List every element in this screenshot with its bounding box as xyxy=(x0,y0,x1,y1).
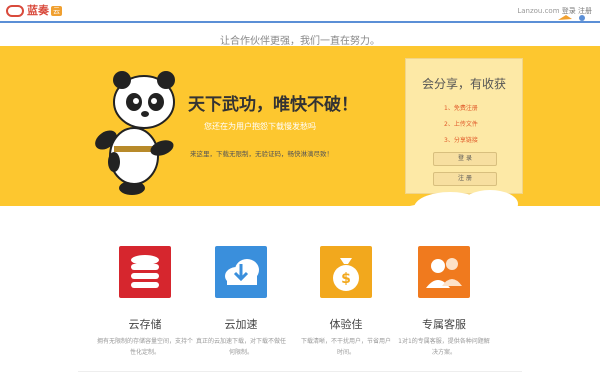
bottom-divider xyxy=(78,371,522,372)
logo-text: 蓝奏 xyxy=(27,4,49,17)
share-panel: 会分享，有收获 1、免费注册 2、上传文件 3、分享链接 登 录 注 册 xyxy=(405,58,523,194)
top-divider xyxy=(0,21,600,23)
hero-banner: 天下武功，唯快不破！ 您还在为用户抱怨下载慢发愁吗 来这里，下载无限制，无验证码… xyxy=(0,46,600,206)
top-bar: 蓝奏 云 Lanzou.com 登录 注册 xyxy=(0,0,600,22)
feature-description: 拥有无限制的存储容量空间，支持个 性化定制。 xyxy=(96,338,193,356)
slogan: 让合作伙伴更强，我们一直在努力。 xyxy=(220,36,380,47)
share-step-upload[interactable]: 2、上传文件 xyxy=(444,117,478,133)
site-domain: Lanzou.com xyxy=(517,7,560,15)
feature-name: 体验佳 xyxy=(329,318,363,331)
cloud-download-icon xyxy=(215,246,267,298)
logo-badge: 云 xyxy=(51,6,62,16)
panda-mascot-icon xyxy=(95,71,175,195)
login-button[interactable]: 登 录 xyxy=(433,152,497,166)
feature-description: 真正的云加速下载，对下载不做任 何限制。 xyxy=(195,338,286,356)
hero-description: 来这里，下载无限制，无验证码，畅快淋漓尽致！ xyxy=(190,150,333,158)
feature-description: 1对1的专属客服，提供各种问题解 决方案。 xyxy=(398,338,490,356)
login-link[interactable]: 登录 xyxy=(562,7,576,15)
share-panel-title: 会分享，有收获 xyxy=(421,77,506,91)
hero-title: 天下武功，唯快不破！ xyxy=(188,95,358,115)
register-link[interactable]: 注册 xyxy=(578,7,592,15)
svg-text:$: $ xyxy=(341,271,351,287)
money-bag-icon: $ xyxy=(320,246,372,298)
share-step-register[interactable]: 1、免费注册 xyxy=(444,101,478,117)
database-icon xyxy=(119,246,171,298)
share-step-share[interactable]: 3、分享链接 xyxy=(444,133,478,149)
features-section: 云存储 拥有无限制的存储容量空间，支持个 性化定制。 云加速 真正的云加速下载，… xyxy=(0,246,600,376)
hero-subtitle: 您还在为用户抱怨下载慢发愁吗 xyxy=(204,122,316,131)
top-right-links: Lanzou.com 登录 注册 xyxy=(517,6,592,16)
cloud-logo-icon xyxy=(6,5,24,17)
feature-name: 云存储 xyxy=(128,318,162,331)
customer-service-icon xyxy=(418,246,470,298)
site-logo[interactable]: 蓝奏 云 xyxy=(6,3,62,19)
share-steps: 1、免费注册 2、上传文件 3、分享链接 xyxy=(444,101,478,149)
feature-name: 云加速 xyxy=(224,318,258,331)
cloud-decoration-icon xyxy=(401,190,518,224)
feature-description: 下载清晰，不干扰用户，节省用户 时间。 xyxy=(300,338,391,356)
feature-name: 专属客服 xyxy=(422,318,466,331)
